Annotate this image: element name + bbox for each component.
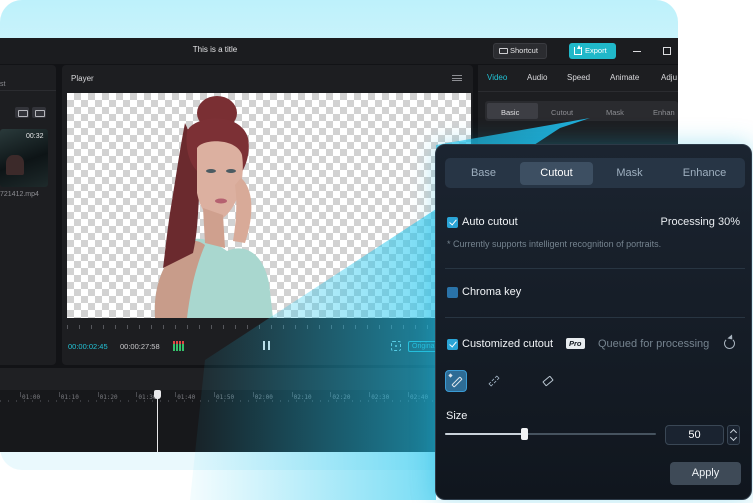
chroma-key-checkbox[interactable] [447, 287, 458, 298]
tab-cutout[interactable]: Cutout [520, 162, 593, 185]
ruler-label: 01:00 [22, 394, 41, 401]
size-label: Size [446, 410, 468, 422]
size-slider-fill [445, 433, 525, 435]
section-divider [445, 317, 745, 318]
player-panel: Player 00:00:02:45 00:00:27:58 Original [62, 65, 473, 365]
ruler-tick [97, 392, 99, 397]
playhead-line[interactable] [157, 394, 158, 452]
auto-cutout-status: Processing 30% [660, 216, 741, 228]
chevron-down-icon[interactable] [729, 433, 738, 442]
media-sub-label: st [0, 81, 6, 88]
ruler-tick [20, 392, 21, 397]
ruler-label: 02:00 [254, 394, 273, 401]
cutout-panel: Base Cutout Mask Enhance Auto cutout Pro… [435, 144, 752, 500]
ruler-label: 01:10 [60, 394, 79, 401]
props-divider [478, 91, 678, 92]
ruler-label: 02:30 [371, 394, 390, 401]
chroma-key-label: Chroma key [462, 286, 522, 298]
pause-icon[interactable] [263, 341, 270, 350]
eraser-tool[interactable] [537, 370, 559, 392]
list-view-icon[interactable] [15, 107, 29, 118]
media-duration: 00:32 [26, 133, 44, 140]
ruler-label: 01:50 [216, 394, 235, 401]
ruler-label: 02:40 [410, 394, 429, 401]
section-divider [445, 268, 745, 269]
ruler-tick [175, 392, 177, 397]
pro-badge: Pro [566, 338, 585, 349]
tab-base[interactable]: Base [447, 162, 520, 185]
brush-tool[interactable] [483, 370, 505, 392]
playhead-handle[interactable] [154, 390, 161, 399]
tab-video[interactable]: Video [487, 73, 507, 82]
size-slider-thumb[interactable] [521, 428, 529, 440]
export-button[interactable]: Export [569, 43, 616, 59]
size-slider[interactable] [445, 428, 656, 440]
custom-cutout-status: Queued for processing [598, 338, 710, 350]
tab-enhance[interactable]: Enhance [668, 162, 741, 185]
window-title: This is a title [192, 45, 238, 54]
ruler-label: 01:40 [177, 394, 196, 401]
export-icon [574, 45, 582, 55]
subtab-cutout[interactable]: Cutout [551, 108, 573, 117]
playback-progress[interactable] [67, 325, 467, 329]
subtab-mask[interactable]: Mask [606, 108, 624, 117]
media-panel: st 00:32 721412.mp4 [0, 65, 56, 365]
eraser-icon [542, 375, 554, 387]
tab-adjust[interactable]: Adju [661, 73, 677, 82]
ruler-tick [291, 392, 293, 397]
grid-view-icon[interactable] [32, 107, 46, 118]
maximize-icon[interactable] [663, 47, 671, 55]
size-stepper[interactable] [727, 425, 740, 445]
media-filename: 721412.mp4 [0, 191, 39, 198]
tab-animate[interactable]: Animate [610, 73, 639, 82]
minimize-icon[interactable] [633, 51, 641, 52]
keyboard-icon [499, 48, 508, 54]
tab-audio[interactable]: Audio [527, 73, 547, 82]
smart-brush-icon [451, 376, 463, 388]
sparkle-icon [448, 373, 453, 378]
title-bar: This is a title Shortcut Export [0, 38, 678, 64]
ruler-tick [330, 392, 332, 397]
ruler-tick [369, 392, 371, 397]
apply-button[interactable]: Apply [670, 462, 741, 485]
fit-screen-icon[interactable] [391, 341, 401, 351]
subtab-basic[interactable]: Basic [501, 108, 519, 117]
refresh-icon[interactable] [724, 338, 735, 349]
total-time: 00:00:27:58 [120, 342, 160, 351]
screenshot-stage: This is a title Shortcut Export st 00:32… [0, 0, 753, 503]
ruler-label: 01:20 [99, 394, 118, 401]
subtab-enhance[interactable]: Enhan [653, 108, 675, 117]
auto-cutout-label: Auto cutout [462, 216, 518, 228]
preview-canvas[interactable] [67, 93, 471, 318]
brush-icon [488, 375, 500, 387]
portrait-cutout [154, 96, 273, 318]
shortcut-button[interactable]: Shortcut [493, 43, 547, 59]
player-title: Player [71, 74, 94, 83]
audio-level-icon [173, 341, 184, 351]
ruler-tick [214, 392, 215, 397]
auto-cutout-checkbox[interactable] [447, 217, 458, 228]
export-label: Export [585, 46, 607, 55]
size-input[interactable]: 50 [665, 425, 724, 445]
tab-speed[interactable]: Speed [567, 73, 590, 82]
custom-cutout-checkbox[interactable] [447, 339, 458, 350]
ruler-tick [58, 392, 60, 397]
ruler-tick [252, 392, 254, 397]
current-time: 00:00:02:45 [68, 342, 108, 351]
ruler-label: 02:10 [293, 394, 312, 401]
shortcut-label: Shortcut [510, 46, 538, 55]
menu-icon[interactable] [452, 75, 462, 81]
custom-cutout-label: Customized cutout [462, 338, 554, 350]
tab-mask[interactable]: Mask [593, 162, 666, 185]
ruler-tick [408, 392, 409, 397]
smart-brush-tool[interactable] [445, 370, 467, 392]
auto-cutout-note: * Currently supports intelligent recogni… [447, 239, 662, 249]
ruler-tick [136, 392, 138, 397]
media-tabbar: st [0, 65, 56, 91]
ruler-label: 02:20 [332, 394, 351, 401]
